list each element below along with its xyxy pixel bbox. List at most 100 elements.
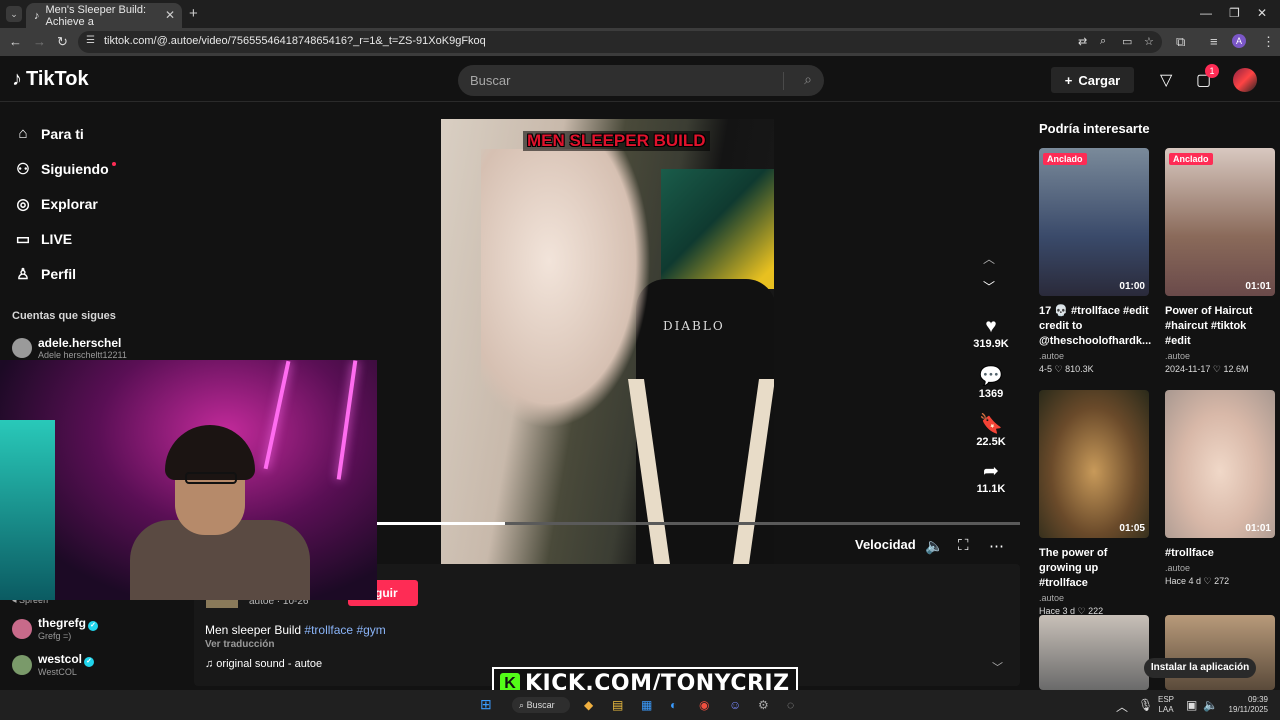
card-author[interactable]: .autoe: [1039, 351, 1149, 361]
close-tab-icon[interactable]: ✕: [165, 8, 175, 22]
like-button[interactable]: ♥ 319.9K: [966, 316, 1016, 350]
clock-time: 09:39: [1247, 695, 1268, 704]
search-icon[interactable]: ⌕: [804, 71, 812, 88]
sidebar-item-label: LIVE: [41, 231, 73, 247]
account-item[interactable]: adele.herschel Adele herscheltt12211: [12, 336, 127, 360]
search-input[interactable]: Buscar ⌕: [458, 65, 824, 96]
zoom-icon[interactable]: ⌕: [1100, 35, 1106, 48]
obs-icon[interactable]: ◌: [787, 698, 794, 712]
clock[interactable]: 09:39 19/11/2025: [1220, 695, 1268, 715]
duration-label: 01:01: [1245, 281, 1271, 292]
cast-icon[interactable]: ▭: [1122, 35, 1132, 48]
save-button[interactable]: 🔖 22.5K: [966, 412, 1016, 448]
video-thumbnail[interactable]: Anclado 01:00: [1039, 148, 1149, 296]
more-options-icon[interactable]: ⋯: [989, 537, 1004, 555]
account-item[interactable]: thegrefg ✓ Grefg =): [12, 616, 98, 641]
site-info-icon[interactable]: ☰: [86, 35, 95, 46]
profile-avatar[interactable]: A: [1232, 34, 1246, 48]
volume-icon[interactable]: 🔈: [925, 537, 944, 555]
reload-icon[interactable]: ↻: [57, 34, 68, 50]
install-app-button[interactable]: Instalar la aplicación: [1144, 658, 1256, 678]
following-title: Cuentas que sigues: [12, 310, 116, 322]
users-icon: ⚇: [16, 161, 30, 178]
user-avatar[interactable]: [1233, 68, 1257, 92]
hashtag-link[interactable]: #trollface: [304, 623, 353, 637]
card-title[interactable]: Power of Haircut #haircut #tiktok #edit: [1165, 304, 1275, 349]
sidebar-item-label: Siguiendo: [41, 161, 109, 177]
chrome-icon[interactable]: ◉: [699, 698, 709, 712]
discord-icon[interactable]: ☺: [729, 698, 741, 712]
upload-button[interactable]: + Cargar: [1051, 67, 1134, 93]
widgets-icon[interactable]: ◆: [584, 698, 593, 712]
forward-icon[interactable]: →: [33, 34, 46, 49]
network-icon[interactable]: ▣: [1186, 698, 1197, 712]
video-progress-bar[interactable]: [376, 522, 1020, 525]
back-icon[interactable]: ←: [9, 34, 22, 49]
video-thumbnail[interactable]: [1039, 615, 1149, 690]
taskbar: ⊞ ⌕ Buscar ◆ ▤ ▦ ◐ ◉ ☺ ⚙ ◌ ︿ 🎙 ESP LAA ▣…: [0, 690, 1280, 720]
microphone-icon[interactable]: 🎙: [1138, 698, 1153, 712]
steam-icon[interactable]: ⚙: [758, 698, 769, 712]
sidebar-item-explorar[interactable]: ◎ Explorar: [14, 195, 97, 213]
video-thumbnail[interactable]: [1165, 615, 1275, 690]
share-button[interactable]: ➦ 11.1K: [966, 460, 1016, 495]
language-indicator[interactable]: ESP LAA: [1158, 695, 1174, 715]
video-card[interactable]: Anclado 01:01 Power of Haircut #haircut …: [1165, 148, 1275, 375]
video-card[interactable]: 01:05 The power of growing up #trollface…: [1039, 390, 1149, 617]
card-title[interactable]: 17 💀 #trollface #edit credit to @thescho…: [1039, 304, 1151, 349]
restore-icon[interactable]: ❐: [1229, 6, 1240, 20]
translate-icon[interactable]: ⇄: [1078, 35, 1087, 48]
volume-icon[interactable]: 🔈: [1203, 698, 1218, 712]
extensions-icon[interactable]: ⧉: [1176, 34, 1185, 50]
account-item[interactable]: westcol ✓ WestCOL: [12, 652, 95, 677]
card-author[interactable]: .autoe: [1165, 351, 1275, 361]
neon-light: [263, 360, 291, 470]
video-card[interactable]: Anclado 01:00 17 💀 #trollface #edit cred…: [1039, 148, 1151, 375]
pc-case-image: [0, 420, 55, 600]
edge-icon[interactable]: ◐: [670, 698, 677, 712]
search-placeholder: Buscar: [470, 73, 511, 88]
url-bar[interactable]: ☰ tiktok.com/@.autoe/video/7565554641874…: [78, 31, 1162, 53]
tiktok-logo[interactable]: ♪ TikTok: [12, 68, 89, 91]
new-tab-icon[interactable]: +: [189, 5, 198, 22]
browser-tab[interactable]: ♪ Men's Sleeper Build: Achieve a ✕: [26, 3, 182, 28]
video-thumbnail[interactable]: 01:01: [1165, 390, 1275, 538]
card-title[interactable]: The power of growing up #trollface: [1039, 546, 1149, 591]
windows-start-icon[interactable]: ⊞: [480, 696, 492, 713]
translate-link[interactable]: Ver traducción: [205, 639, 274, 650]
tab-search-icon[interactable]: ⌄: [6, 6, 22, 22]
address-toolbar: ← → ↻ ☰ tiktok.com/@.autoe/video/7565554…: [0, 28, 1280, 56]
sidebar-item-live[interactable]: ▭ LIVE: [14, 230, 72, 248]
chevron-up-icon[interactable]: ︿: [983, 250, 995, 267]
chevron-down-icon[interactable]: ﹀: [983, 278, 995, 295]
sidebar-item-para-ti[interactable]: ⌂ Para ti: [14, 125, 84, 142]
video-player[interactable]: DIABLO MEN SLEEPER BUILD: [441, 119, 774, 564]
comment-button[interactable]: 💬 1369: [966, 364, 1016, 400]
close-window-icon[interactable]: ✕: [1257, 6, 1267, 20]
card-author[interactable]: .autoe: [1165, 563, 1275, 573]
video-thumbnail[interactable]: 01:05: [1039, 390, 1149, 538]
reading-list-icon[interactable]: ≡: [1210, 34, 1218, 49]
fullscreen-icon[interactable]: ⛶: [958, 537, 969, 554]
card-author[interactable]: .autoe: [1039, 593, 1149, 603]
sound-link[interactable]: ♫ original sound - autoe: [205, 658, 322, 670]
taskbar-search[interactable]: ⌕ Buscar: [512, 697, 570, 713]
bookmark-star-icon[interactable]: ☆: [1144, 35, 1154, 48]
video-card[interactable]: 01:01 #trollface .autoe Hace 4 d ♡ 272: [1165, 390, 1275, 587]
store-icon[interactable]: ▦: [641, 698, 652, 712]
sidebar-item-siguiendo[interactable]: ⚇ Siguiendo: [14, 160, 116, 178]
send-icon[interactable]: ▽: [1160, 70, 1172, 90]
tray-chevron-icon[interactable]: ︿: [1116, 698, 1128, 715]
share-icon: ➦: [983, 461, 999, 482]
hashtag-link[interactable]: #gym: [356, 623, 385, 637]
speed-button[interactable]: Velocidad: [855, 537, 916, 552]
sidebar-item-perfil[interactable]: ♙ Perfil: [14, 265, 76, 283]
video-thumbnail[interactable]: Anclado 01:01: [1165, 148, 1275, 296]
sidebar-item-label: Para ti: [41, 125, 84, 142]
expand-chevron-icon[interactable]: ﹀: [992, 659, 1003, 675]
file-explorer-icon[interactable]: ▤: [612, 698, 623, 712]
menu-dots-icon[interactable]: ⋮: [1262, 34, 1275, 50]
card-title[interactable]: #trollface: [1165, 546, 1275, 561]
minimize-icon[interactable]: —: [1200, 6, 1212, 20]
upload-label: Cargar: [1078, 72, 1121, 88]
